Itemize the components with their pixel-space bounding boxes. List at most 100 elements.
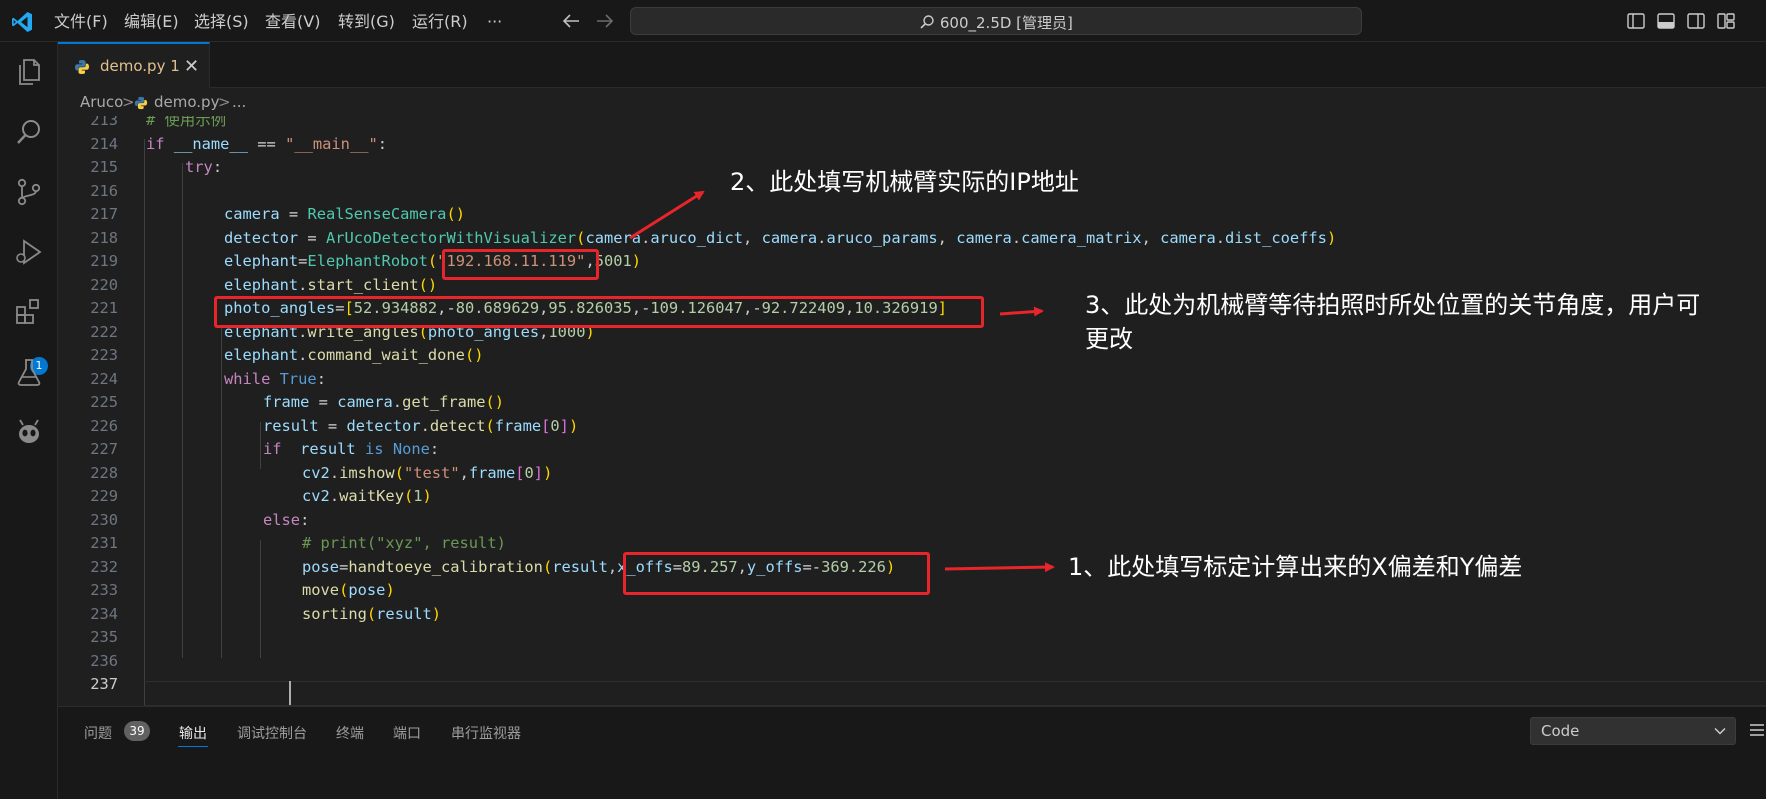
indent-guide [260, 540, 261, 658]
code-line-213: # 使用示例 [146, 116, 227, 129]
tab-terminal[interactable]: 终端 [336, 723, 364, 743]
activity-bar: 1 [0, 42, 58, 799]
tab-label: demo.py 1 [100, 57, 180, 75]
close-icon[interactable]: ✕ [184, 56, 199, 77]
back-arrow-icon[interactable] [561, 12, 581, 30]
code-line-228: cv2.imshow("test",frame[0]) [302, 463, 553, 482]
vscode-logo-icon[interactable] [10, 10, 34, 34]
run-and-debug-icon[interactable] [13, 236, 45, 268]
code-line-226: result = detector.detect(frame[0]) [263, 416, 579, 435]
command-center-label: 600_2.5D [管理员] [939, 14, 1073, 32]
line-number: 215 [90, 158, 118, 176]
menu-view[interactable]: 查看(V) [265, 11, 320, 33]
extensions-icon[interactable] [13, 296, 45, 328]
breadcrumb-file[interactable]: demo.py [154, 93, 219, 111]
line-number: 234 [90, 604, 118, 623]
menu-file[interactable]: 文件(F) [54, 11, 108, 33]
breadcrumb: Aruco > demo.py > ... [58, 88, 1766, 116]
line-number: 221 [90, 299, 118, 317]
indent-guide [260, 422, 261, 469]
line-number: 229 [90, 487, 118, 505]
line-number: 230 [90, 510, 118, 529]
menu-more[interactable]: ··· [487, 11, 502, 33]
tab-debug-console[interactable]: 调试控制台 [237, 723, 307, 743]
line-number: 213 [90, 116, 118, 129]
alien-extension-icon[interactable] [13, 416, 45, 448]
line-number: 219 [90, 252, 118, 270]
code-line-223: elephant.command_wait_done() [224, 346, 484, 364]
line-number: 233 [90, 581, 118, 599]
line-number: 226 [90, 416, 118, 435]
menu-selection[interactable]: 选择(S) [194, 11, 249, 33]
text-cursor [289, 681, 291, 705]
editor-tab-bar: demo.py 1 ✕ [58, 42, 1766, 88]
command-center-search[interactable]: 600_2.5D [管理员] [630, 7, 1362, 35]
testing-icon[interactable] [13, 356, 45, 388]
output-channel-value: Code [1541, 722, 1580, 740]
chevron-down-icon [1714, 727, 1726, 735]
line-number: 236 [90, 651, 118, 670]
code-line-218: detector = ArUcoDetectorWithVisualizer(c… [224, 228, 1337, 247]
breadcrumb-separator: > [122, 93, 135, 111]
tab-output[interactable]: 输出 [179, 723, 207, 743]
toggle-panel-icon[interactable] [1656, 11, 1676, 31]
search-icon[interactable] [13, 116, 45, 148]
code-editor[interactable]: 213 214 215 216 217 218 219 220 221 222 223 224 225 2… [58, 116, 1766, 706]
breadcrumb-symbol[interactable]: ... [232, 93, 246, 111]
line-number: 222 [90, 322, 118, 341]
code-line-232: pose=handtoeye_calibration(result,x_offs… [302, 557, 896, 576]
line-number: 218 [90, 228, 118, 247]
menu-go[interactable]: 转到(G) [338, 11, 395, 33]
line-number: 232 [90, 557, 118, 576]
code-line-230: else: [263, 510, 310, 529]
menu-edit[interactable]: 编辑(E) [124, 11, 179, 33]
code-line-219: elephant=ElephantRobot("192.168.11.119",… [224, 252, 642, 270]
tab-serial-monitor[interactable]: 串行监视器 [451, 723, 521, 743]
code-line-234: sorting(result) [302, 604, 442, 623]
code-line-220: elephant.start_client() [224, 275, 438, 294]
breadcrumb-folder[interactable]: Aruco [80, 93, 123, 111]
code-line-231: # print("xyz", result) [302, 534, 506, 552]
code-line-225: frame = camera.get_frame() [263, 393, 505, 411]
python-file-icon [134, 96, 148, 110]
problems-count-badge: 39 [124, 721, 150, 741]
line-number: 231 [90, 534, 118, 552]
current-line-highlight [144, 681, 1766, 706]
line-number: 225 [90, 393, 118, 411]
line-number: 216 [90, 181, 118, 200]
indent-guide [182, 163, 183, 658]
list-filter-icon[interactable] [1748, 721, 1766, 739]
title-bar: 文件(F) 编辑(E) 选择(S) 查看(V) 转到(G) 运行(R) ··· … [0, 0, 1766, 42]
output-channel-select[interactable]: Code [1530, 717, 1736, 745]
indent-guide [221, 328, 222, 658]
code-line-233: move(pose) [302, 581, 395, 599]
toggle-secondary-sidebar-icon[interactable] [1686, 11, 1706, 31]
explorer-icon[interactable] [13, 56, 45, 88]
code-line-224: while True: [224, 369, 326, 388]
indent-guide [144, 139, 145, 705]
source-control-icon[interactable] [13, 176, 45, 208]
menu-run[interactable]: 运行(R) [412, 11, 468, 33]
line-number: 223 [90, 346, 118, 364]
code-line-215: try: [185, 158, 223, 176]
bottom-panel: 问题 39 输出 调试控制台 终端 端口 串行监视器 Code [58, 706, 1766, 799]
code-line-221: photo_angles=[52.934882,-80.689629,95.82… [224, 299, 947, 317]
toggle-primary-sidebar-icon[interactable] [1626, 11, 1646, 31]
line-number: 237 [90, 675, 118, 693]
code-line-217: camera = RealSenseCamera() [224, 205, 465, 223]
tab-ports[interactable]: 端口 [393, 723, 421, 743]
search-icon [920, 15, 934, 29]
active-tab-indicator [178, 746, 208, 747]
code-line-222: elephant.write_angles(photo_angles,1000) [224, 322, 595, 341]
line-number: 217 [90, 205, 118, 223]
code-line-227: if result is None: [263, 440, 440, 458]
tab-demo-py[interactable]: demo.py 1 ✕ [58, 42, 210, 88]
line-number: 227 [90, 440, 118, 458]
line-number: 228 [90, 463, 118, 482]
line-number: 214 [90, 134, 118, 153]
tab-problems[interactable]: 问题 [84, 723, 112, 743]
line-number: 224 [90, 369, 118, 388]
code-line-229: cv2.waitKey(1) [302, 487, 432, 505]
forward-arrow-icon[interactable] [595, 12, 615, 30]
customize-layout-icon[interactable] [1716, 11, 1736, 31]
